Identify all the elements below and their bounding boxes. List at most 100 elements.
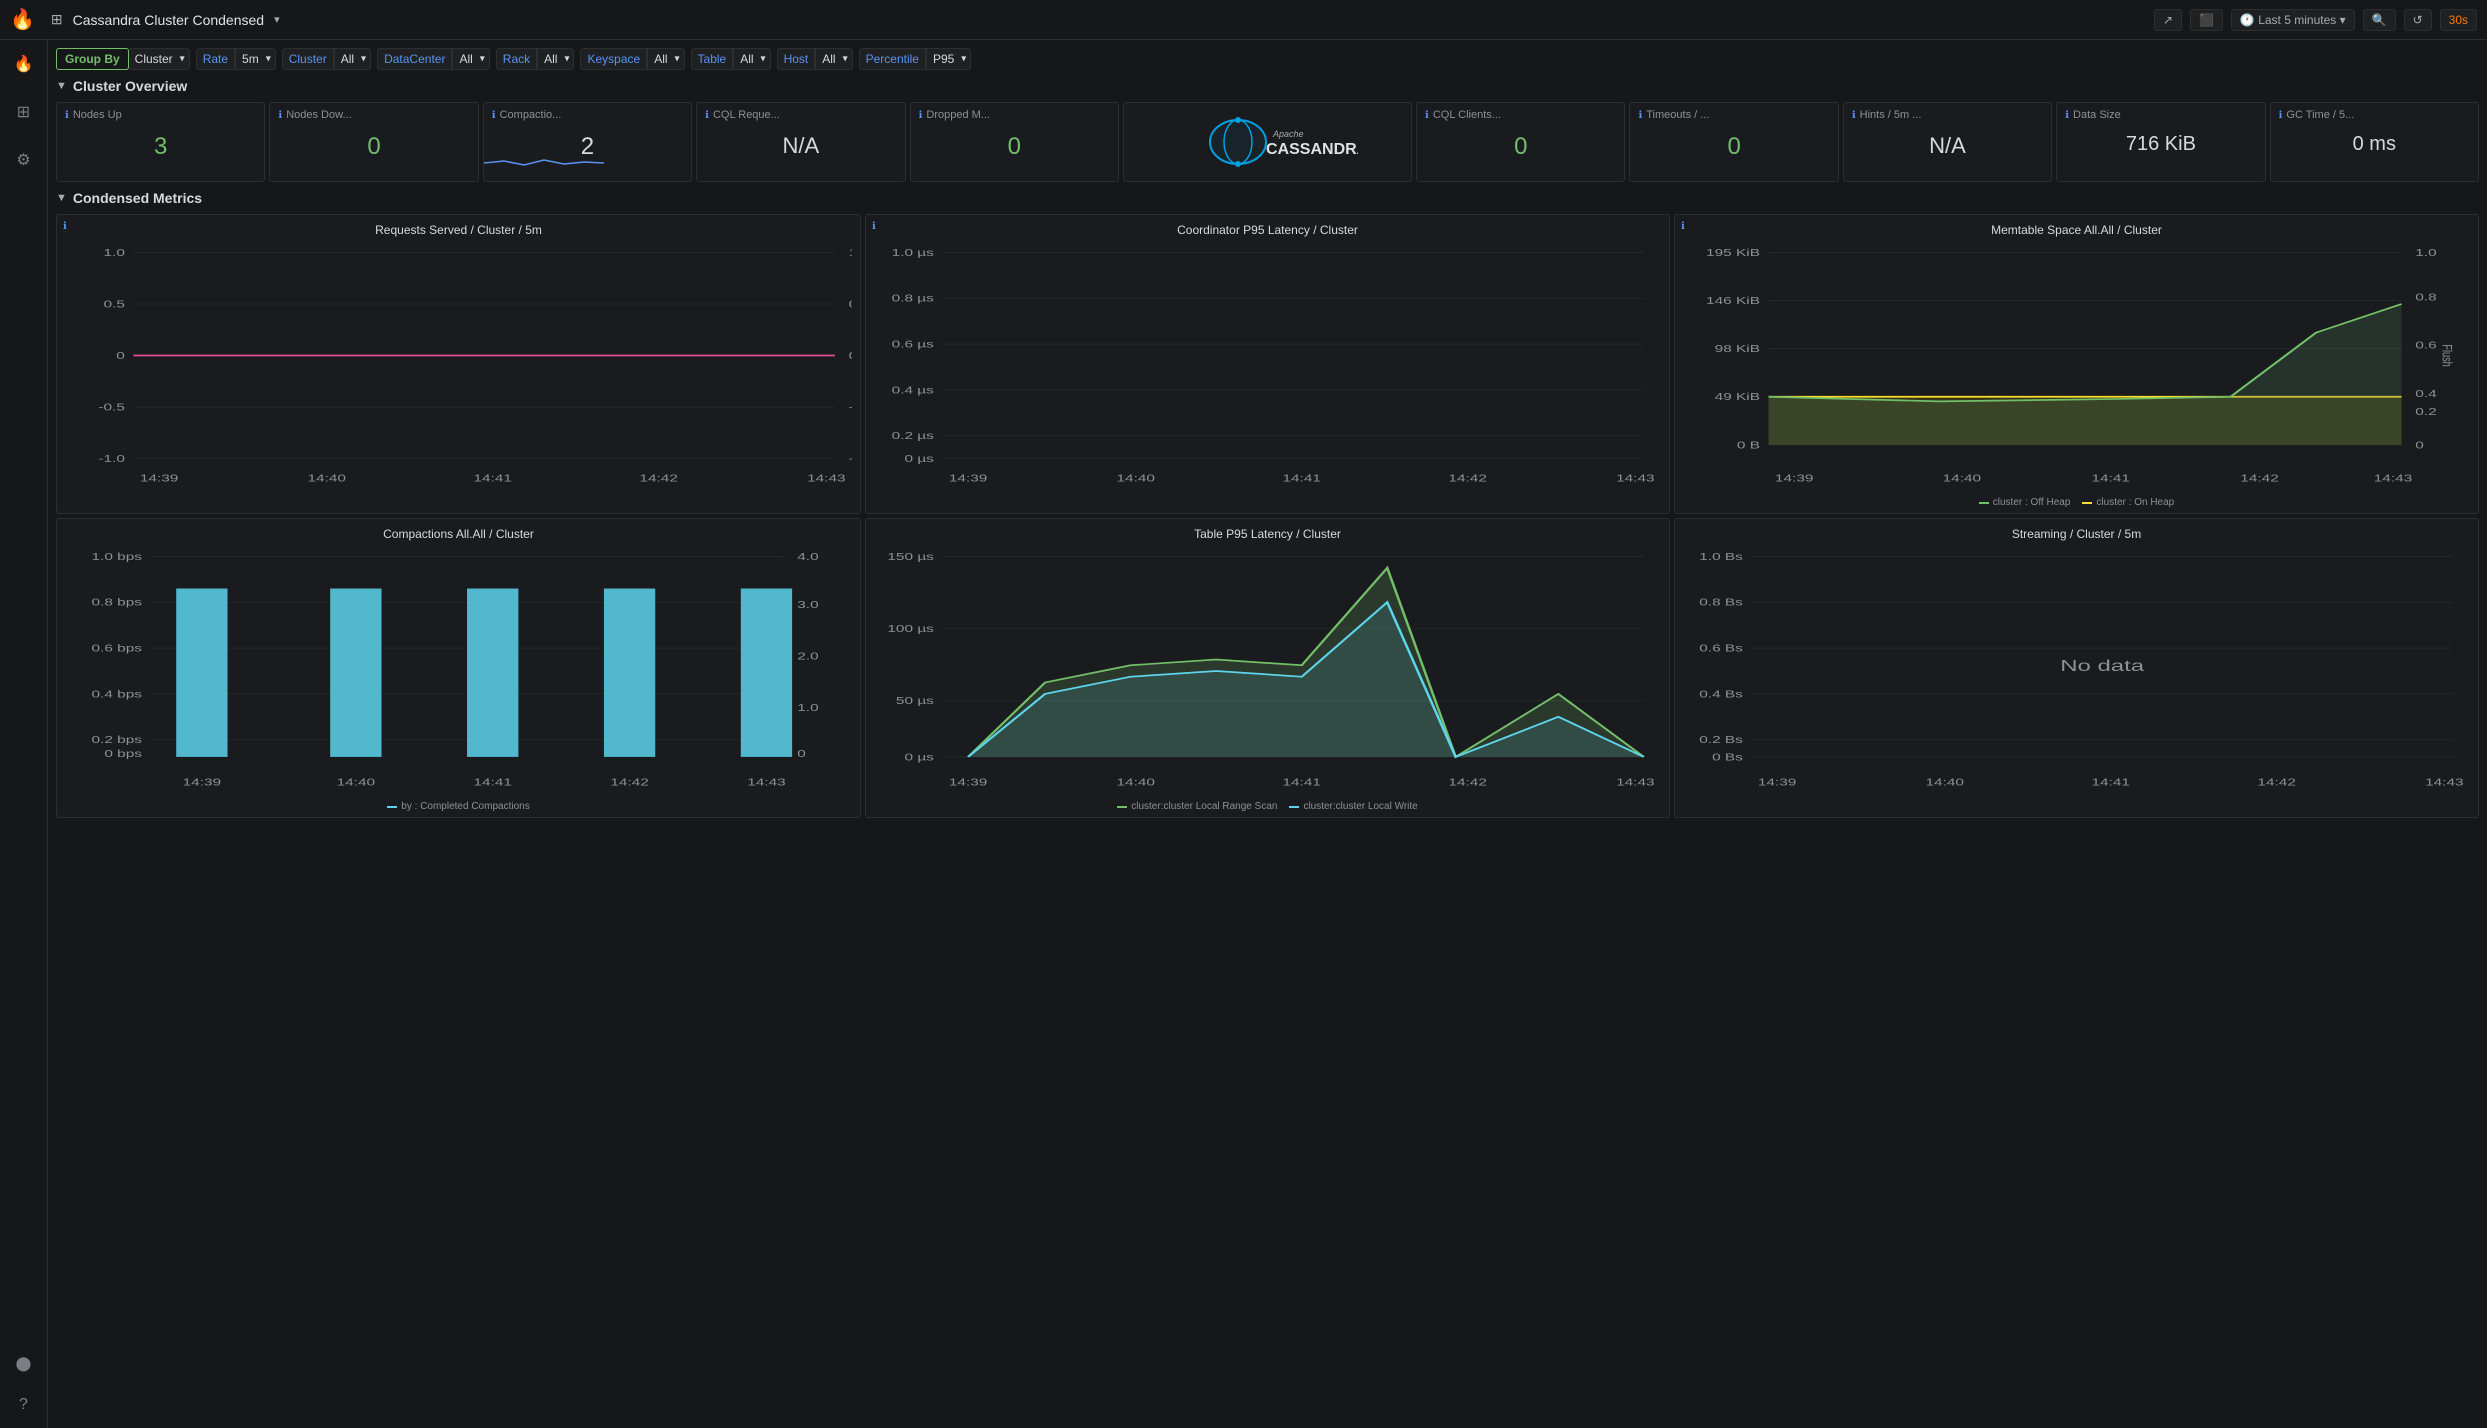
rate-value[interactable]: 5m (235, 48, 276, 70)
svg-text:14:40: 14:40 (308, 472, 347, 484)
chart-title-compactions: Compactions All.All / Cluster (65, 527, 852, 541)
refresh-interval-badge[interactable]: 30s (2440, 9, 2477, 31)
svg-text:0.8 Bs: 0.8 Bs (1699, 596, 1743, 608)
svg-text:150 µs: 150 µs (887, 550, 934, 562)
sidebar-item-home[interactable]: 🔥 (8, 48, 40, 80)
svg-text:0.6 bps: 0.6 bps (92, 642, 143, 654)
chart-area-requests: 1.0 0.5 0 -0.5 -1.0 1.0 0.5 0 -0.5 -1.0 … (65, 241, 852, 493)
search-button[interactable]: 🔍 (2363, 9, 2396, 31)
stat-title-nodes-up: ℹ Nodes Up (65, 109, 256, 121)
local-write-dot (1289, 806, 1299, 808)
stat-card-timeouts: ℹ Timeouts / ... 0 (1629, 102, 1838, 182)
top-bar-right: ↗ ⬛ 🕐 Last 5 minutes ▾ 🔍 ↺ 30s (2154, 9, 2477, 31)
stat-value-cql-requests: N/A (705, 125, 896, 167)
legend-local-range-scan: cluster:cluster Local Range Scan (1117, 801, 1277, 812)
svg-text:-0.5: -0.5 (98, 401, 125, 413)
chart-title-requests: Requests Served / Cluster / 5m (65, 223, 852, 237)
table-label: Table (691, 48, 734, 70)
stat-value-data-size: 716 KiB (2065, 125, 2256, 164)
stat-value-nodes-up: 3 (65, 125, 256, 169)
svg-text:14:41: 14:41 (1282, 776, 1321, 788)
cassandra-logo-card: Apache CASSANDRA (1123, 102, 1412, 182)
percentile-value[interactable]: P95 (926, 48, 971, 70)
chart-info-icon: ℹ (1681, 221, 1685, 232)
svg-text:0.2 bps: 0.2 bps (92, 734, 143, 746)
compactions-dot (387, 806, 397, 808)
host-label: Host (777, 48, 816, 70)
chart-title-table-latency: Table P95 Latency / Cluster (874, 527, 1661, 541)
chart-compactions: Compactions All.All / Cluster 1.0 bps 0.… (56, 518, 861, 818)
chart-svg-streaming: 1.0 Bs 0.8 Bs 0.6 Bs 0.4 Bs 0.2 Bs 0 Bs … (1683, 545, 2470, 797)
sidebar-item-dashboards[interactable]: ⊞ (11, 96, 36, 128)
keyspace-label: Keyspace (580, 48, 647, 70)
host-value[interactable]: All (815, 48, 852, 70)
svg-text:195 KiB: 195 KiB (1706, 246, 1760, 258)
svg-text:0.4 Bs: 0.4 Bs (1699, 688, 1743, 700)
svg-text:0.6 Bs: 0.6 Bs (1699, 642, 1743, 654)
datacenter-value[interactable]: All (452, 48, 489, 70)
refresh-button[interactable]: ↺ (2404, 9, 2432, 31)
svg-text:Flush: Flush (2439, 344, 2454, 366)
sidebar-item-help[interactable]: ? (13, 1390, 34, 1420)
chart-info-icon: ℹ (63, 221, 67, 232)
svg-text:1.0: 1.0 (797, 702, 818, 714)
top-bar: 🔥 ⊞ Cassandra Cluster Condensed ▾ ↗ ⬛ 🕐 … (0, 0, 2487, 40)
keyspace-value[interactable]: All (647, 48, 684, 70)
legend-on-heap: cluster : On Heap (2082, 497, 2174, 508)
svg-text:1.0: 1.0 (103, 246, 124, 258)
time-range-button[interactable]: 🕐 Last 5 minutes ▾ (2231, 9, 2355, 31)
chart-svg-coordinator: 1.0 µs 0.8 µs 0.6 µs 0.4 µs 0.2 µs 0 µs … (874, 241, 1661, 493)
chart-coordinator-latency: ℹ Coordinator P95 Latency / Cluster 1.0 … (865, 214, 1670, 514)
svg-text:14:43: 14:43 (2425, 776, 2464, 788)
tv-mode-button[interactable]: ⬛ (2190, 9, 2223, 31)
chart-area-table-latency: 150 µs 100 µs 50 µs 0 µs 14:39 14:40 (874, 545, 1661, 797)
filter-bar: Group By Cluster Rate 5m Cluster All Dat… (56, 48, 2479, 70)
svg-text:14:42: 14:42 (2257, 776, 2296, 788)
svg-text:14:43: 14:43 (2374, 472, 2413, 484)
share-button[interactable]: ↗ (2154, 9, 2182, 31)
rack-value[interactable]: All (537, 48, 574, 70)
svg-text:0.8 µs: 0.8 µs (892, 292, 935, 304)
svg-text:49 KiB: 49 KiB (1715, 391, 1761, 403)
svg-text:2.0: 2.0 (797, 650, 818, 662)
svg-text:0.2 Bs: 0.2 Bs (1699, 734, 1743, 746)
table-value[interactable]: All (733, 48, 770, 70)
legend-compactions: by : Completed Compactions (387, 801, 529, 812)
info-icon: ℹ (2065, 110, 2069, 121)
compactions-legend: by : Completed Compactions (65, 801, 852, 812)
svg-text:0.2: 0.2 (2415, 406, 2436, 418)
group-by-label[interactable]: Group By (56, 48, 129, 70)
svg-text:14:39: 14:39 (140, 472, 179, 484)
svg-text:14:43: 14:43 (807, 472, 846, 484)
svg-text:0.2 µs: 0.2 µs (892, 430, 935, 442)
group-by-value[interactable]: Cluster (129, 48, 190, 70)
compactions-sparkline (484, 153, 604, 173)
sidebar-item-settings[interactable]: ⚙ (10, 144, 36, 176)
info-icon: ℹ (2279, 110, 2283, 121)
svg-text:14:39: 14:39 (1775, 472, 1814, 484)
cluster-overview-header[interactable]: ▼ Cluster Overview (56, 78, 2479, 94)
chart-table-latency: Table P95 Latency / Cluster 150 µs 100 µ… (865, 518, 1670, 818)
svg-text:0 B: 0 B (1737, 439, 1760, 451)
chart-area-coordinator: 1.0 µs 0.8 µs 0.6 µs 0.4 µs 0.2 µs 0 µs … (874, 241, 1661, 493)
off-heap-label: cluster : Off Heap (1993, 497, 2071, 508)
condensed-collapse-icon: ▼ (56, 192, 67, 204)
condensed-metrics-title: Condensed Metrics (73, 190, 202, 206)
cassandra-logo: Apache CASSANDRA (1178, 112, 1358, 172)
stat-card-cql-clients: ℹ CQL Clients... 0 (1416, 102, 1625, 182)
local-range-scan-label: cluster:cluster Local Range Scan (1131, 801, 1277, 812)
cluster-value[interactable]: All (334, 48, 371, 70)
svg-text:-1.0: -1.0 (849, 453, 852, 465)
clock-icon: 🕐 (2240, 13, 2255, 27)
svg-text:14:42: 14:42 (610, 776, 649, 788)
title-dropdown-icon[interactable]: ▾ (274, 13, 280, 26)
cluster-overview-title: Cluster Overview (73, 78, 187, 94)
off-heap-dot (1979, 502, 1989, 504)
condensed-metrics-header[interactable]: ▼ Condensed Metrics (56, 190, 2479, 206)
legend-off-heap: cluster : Off Heap (1979, 497, 2071, 508)
stat-title-dropped-messages: ℹ Dropped M... (919, 109, 1110, 121)
stat-title-compactions: ℹ Compactio... (492, 109, 683, 121)
sidebar-item-signin[interactable]: ⬤ (10, 1349, 38, 1378)
svg-text:14:42: 14:42 (639, 472, 678, 484)
svg-text:14:43: 14:43 (1616, 776, 1655, 788)
